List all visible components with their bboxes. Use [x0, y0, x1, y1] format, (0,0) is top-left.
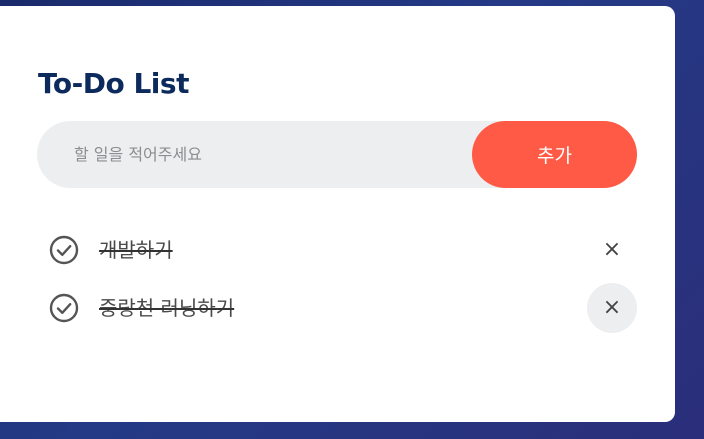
todo-list: 개발하기 × 중랑천 러닝하기 × [37, 225, 637, 341]
add-button[interactable]: 추가 [472, 121, 637, 188]
delete-button[interactable]: × [587, 225, 637, 275]
app-title: To-Do List [38, 67, 189, 100]
todo-item: 개발하기 × [37, 225, 637, 275]
todo-input-row: 추가 [37, 121, 637, 188]
check-circle-icon[interactable] [49, 293, 79, 323]
todo-card: To-Do List 추가 개발하기 × 중랑천 러닝하기 × [0, 6, 675, 422]
check-circle-icon[interactable] [49, 235, 79, 265]
todo-text: 개발하기 [99, 238, 173, 262]
delete-button[interactable]: × [587, 283, 637, 333]
todo-text: 중랑천 러닝하기 [99, 296, 235, 320]
todo-item: 중랑천 러닝하기 × [37, 283, 637, 333]
todo-input[interactable] [37, 121, 472, 188]
